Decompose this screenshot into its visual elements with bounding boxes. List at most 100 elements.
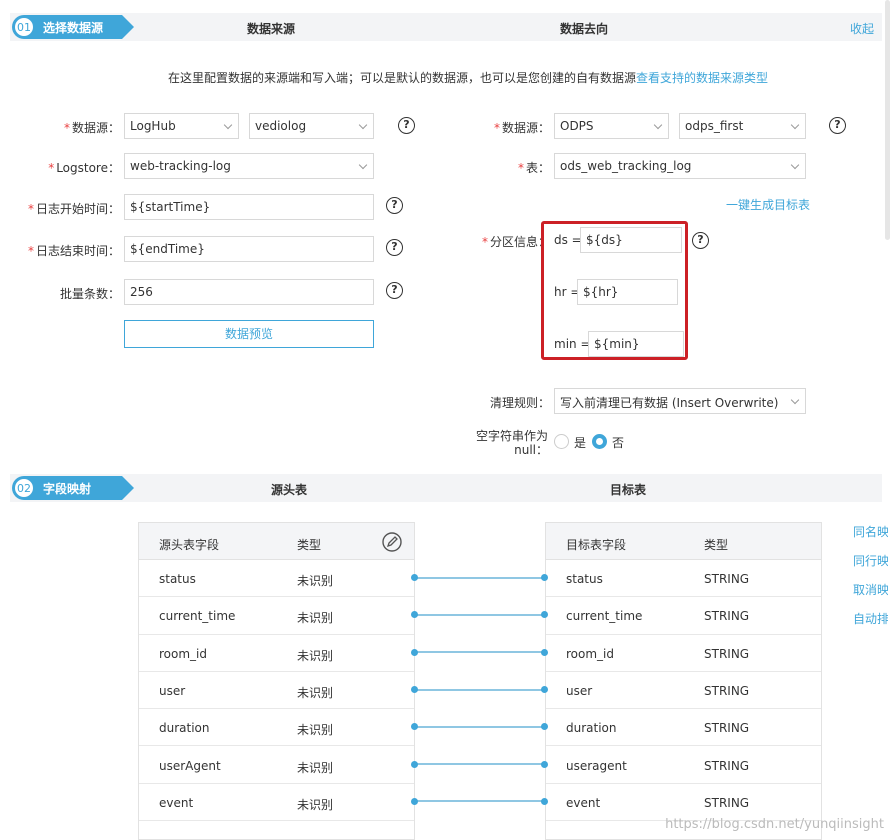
mapping-line[interactable] (414, 725, 546, 728)
source-anchor-dot[interactable] (411, 686, 418, 694)
mapping-action-link[interactable]: 取消映射 (853, 581, 888, 598)
source-type-header: 类型 (297, 538, 322, 552)
source-anchor-dot[interactable] (411, 760, 418, 768)
source-field-type: 未识别 (297, 797, 334, 812)
target-field-name: current_time (566, 609, 643, 624)
start-time-input[interactable]: ${startTime} (124, 194, 374, 220)
target-field-type: STRING (704, 721, 750, 736)
step2-number: 02 (13, 477, 35, 499)
target-field-type: STRING (704, 795, 750, 810)
source-anchor-dot[interactable] (411, 648, 418, 656)
mapping-line[interactable] (414, 688, 546, 691)
source-field-name: status (159, 572, 196, 586)
help-icon[interactable]: ? (398, 117, 415, 134)
target-datasource-name-select[interactable]: odps_first (679, 113, 806, 139)
target-anchor-dot[interactable] (541, 648, 548, 656)
target-field-name: status (566, 572, 603, 586)
target-field-header: 目标表字段 (566, 538, 627, 552)
step1-pill[interactable]: 01 选择数据源 (12, 15, 134, 39)
target-field-name: duration (566, 721, 617, 736)
target-anchor-dot[interactable] (541, 760, 548, 768)
target-anchor-dot[interactable] (541, 797, 548, 805)
mapping-action-link[interactable]: 同名映射 (853, 523, 888, 540)
target-field-table: 目标表字段 类型 status STRING current_time STRING r… (545, 522, 822, 840)
mapping-line[interactable] (414, 763, 546, 766)
source-table-header: 源头表字段 类型 (139, 523, 414, 560)
table-row: status 未识别 (139, 560, 414, 598)
target-type-header: 类型 (704, 538, 729, 552)
target-field-name: user (566, 683, 593, 698)
help-icon[interactable]: ? (386, 197, 403, 214)
end-time-input[interactable]: ${endTime} (124, 236, 374, 262)
logstore-select[interactable]: web-tracking-log (124, 153, 374, 179)
watermark: https://blog.csdn.net/yunqiinsight (665, 817, 884, 832)
step2-label: 字段映射 (43, 481, 92, 496)
help-icon[interactable]: ? (386, 282, 403, 299)
target-table-select[interactable]: ods_web_tracking_log (554, 153, 806, 179)
target-field-type: STRING (704, 683, 750, 698)
target-datasource-type-select[interactable]: ODPS (554, 113, 669, 139)
null-yes-radio[interactable] (554, 434, 569, 449)
step1-bar: 01 选择数据源 数据来源 数据去向 收起 (10, 13, 882, 41)
help-icon[interactable]: ? (829, 117, 846, 134)
clean-rule-select[interactable]: 写入前清理已有数据 (Insert Overwrite) (554, 388, 806, 414)
mapping-line[interactable] (414, 613, 546, 616)
source-datasource-name-select[interactable]: vediolog (249, 113, 374, 139)
target-table-label: * 表： (517, 161, 550, 175)
start-time-label: * 日志开始时间： (27, 202, 120, 216)
null-no-radio[interactable] (592, 434, 607, 449)
table-row: userAgent 未识别 (139, 747, 414, 784)
scrollbar[interactable] (885, 0, 890, 240)
table-row: current_time 未识别 (139, 597, 414, 635)
source-field-type: 未识别 (297, 685, 334, 700)
target-field-type: STRING (704, 758, 750, 773)
target-field-name: event (566, 795, 601, 810)
target-datasource-label: * 数据源： (493, 121, 550, 135)
edit-icon[interactable] (382, 532, 402, 555)
source-field-type: 未识别 (297, 574, 334, 588)
batch-size-input[interactable]: 256 (124, 279, 374, 305)
clean-rule-label: 清理规则： (489, 396, 550, 410)
target-field-type: STRING (704, 572, 750, 586)
table-row: user 未识别 (139, 672, 414, 710)
chevron-down-icon (358, 120, 368, 130)
mapping-line[interactable] (414, 651, 546, 654)
collapse-link[interactable]: 收起 (850, 20, 874, 37)
source-datasource-type-select[interactable]: LogHub (124, 113, 239, 139)
source-field-type: 未识别 (297, 723, 334, 738)
data-preview-button[interactable]: 数据预览 (124, 320, 374, 348)
chevron-down-icon (790, 120, 800, 130)
source-anchor-dot[interactable] (411, 574, 418, 582)
table-row: user STRING (546, 672, 821, 710)
target-field-name: useragent (566, 758, 627, 773)
table-row: event 未识别 (139, 784, 414, 822)
target-anchor-dot[interactable] (541, 686, 548, 694)
source-anchor-dot[interactable] (411, 611, 418, 619)
source-field-name: userAgent (159, 758, 221, 773)
target-table-title: 目标表 (610, 483, 647, 497)
help-icon[interactable]: ? (386, 239, 403, 256)
source-anchor-dot[interactable] (411, 797, 418, 805)
mapping-action-link[interactable]: 自动排版 (853, 610, 888, 627)
supported-sources-link[interactable]: 查看支持的数据来源类型 (636, 71, 768, 85)
mapping-line[interactable] (414, 800, 546, 803)
null-no-label: 否 (612, 436, 625, 450)
step2-bar: 02 字段映射 源头表 目标表 (10, 474, 882, 502)
target-column-title: 数据去向 (560, 22, 609, 36)
mapping-line[interactable] (414, 576, 546, 579)
source-field-name: room_id (159, 646, 207, 661)
source-anchor-dot[interactable] (411, 723, 418, 731)
source-column-title: 数据来源 (247, 22, 296, 36)
step1-label: 选择数据源 (43, 20, 104, 35)
step2-pill[interactable]: 02 字段映射 (12, 476, 134, 500)
generate-target-table-link[interactable]: 一键生成目标表 (726, 196, 810, 213)
null-yes-label: 是 (574, 436, 587, 450)
source-field-name: event (159, 795, 194, 810)
mapping-action-link[interactable]: 同行映射 (853, 552, 888, 569)
source-field-type: 未识别 (297, 760, 334, 775)
table-row: event STRING (546, 784, 821, 822)
highlight-box (541, 221, 688, 360)
help-icon[interactable]: ? (692, 232, 709, 249)
source-field-name: duration (159, 721, 210, 736)
intro-description: 在这里配置数据的来源端和写入端；可以是默认的数据源，也可以是您创建的自有数据源 (168, 71, 637, 85)
